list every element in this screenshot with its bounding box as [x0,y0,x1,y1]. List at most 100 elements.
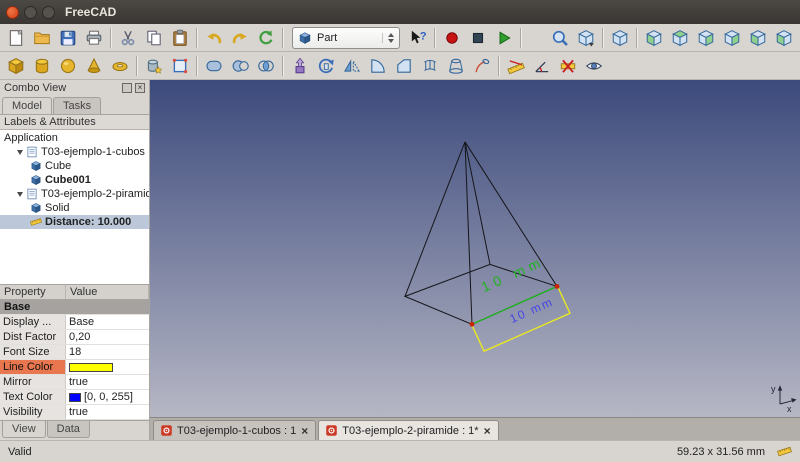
measure-angular-button[interactable] [529,53,555,79]
window-maximize-button[interactable] [42,6,55,19]
property-group-base[interactable]: Base [0,300,149,315]
part-cone-button[interactable] [81,53,107,79]
cut-button[interactable] [115,25,141,51]
tree-item-distance-10-000[interactable]: Distance: 10.000 [0,215,149,229]
view-rear-button[interactable] [719,25,745,51]
macro-execute-button[interactable] [491,25,517,51]
property-row-line-color[interactable]: Line Color [0,360,149,375]
fillet-button[interactable] [365,53,391,79]
property-row-font-size[interactable]: Font Size18 [0,345,149,360]
paste-button[interactable] [167,25,193,51]
mdi-area: 10 mm 10 mm y x T03-ejemplo-1-cubos : 1×… [150,80,800,440]
expander-icon[interactable] [17,192,23,197]
property-row-text-color[interactable]: Text Color[0, 0, 255] [0,390,149,405]
toolbar-row-1: Part ? [0,24,800,52]
window-close-button[interactable] [6,6,19,19]
tree-item-t03-ejemplo-1-cubos[interactable]: T03-ejemplo-1-cubos [0,145,149,159]
mirror-icon [343,57,361,75]
shape-builder-button[interactable] [167,53,193,79]
fit-all-button[interactable] [547,25,573,51]
tab-data[interactable]: Data [47,421,90,438]
viewport-canvas[interactable]: 10 mm 10 mm y x [150,80,800,417]
view-rear-icon [723,29,741,47]
macro-stop-button[interactable] [465,25,491,51]
part-torus-button[interactable] [107,53,133,79]
measure-linear-button[interactable] [503,53,529,79]
view-right-button[interactable] [693,25,719,51]
property-value[interactable] [66,360,149,374]
tree-item-solid[interactable]: Solid [0,201,149,215]
3d-viewport[interactable]: 10 mm 10 mm y x [150,80,800,418]
copy-button[interactable] [141,25,167,51]
property-value[interactable]: 0,20 [66,330,149,344]
view-left-button[interactable] [771,25,797,51]
redo-button[interactable] [227,25,253,51]
expander-icon[interactable] [17,150,23,155]
tab-view[interactable]: View [2,421,46,438]
part-primitives-button[interactable] [141,53,167,79]
mirror-button[interactable] [339,53,365,79]
property-row-display[interactable]: Display ...Base [0,315,149,330]
draw-style-button[interactable] [573,25,599,51]
boolean-cut-button[interactable] [227,53,253,79]
macro-record-button[interactable] [439,25,465,51]
print-button[interactable] [81,25,107,51]
view-front-button[interactable] [641,25,667,51]
boolean-common-button[interactable] [253,53,279,79]
ruled-surface-button[interactable] [417,53,443,79]
document-tab-t03-ejemplo-1-cubos-1[interactable]: T03-ejemplo-1-cubos : 1× [153,420,316,440]
measure-clear-all-button[interactable] [555,53,581,79]
loft-button[interactable] [443,53,469,79]
property-value[interactable]: 18 [66,345,149,359]
tree-item-cube001[interactable]: Cube001 [0,173,149,187]
view-bottom-button[interactable] [745,25,771,51]
panel-float-icon[interactable] [122,83,132,93]
combo-spinner-icon[interactable] [382,33,394,43]
boolean-common-icon [257,57,275,75]
window-minimize-button[interactable] [24,6,37,19]
extrude-button[interactable] [287,53,313,79]
property-row-dist-factor[interactable]: Dist Factor0,20 [0,330,149,345]
view-right-icon [697,29,715,47]
part-cylinder-button[interactable] [29,53,55,79]
new-document-button[interactable] [3,25,29,51]
property-value[interactable]: Base [66,315,149,329]
document-tab-t03-ejemplo-2-piramide-1[interactable]: T03-ejemplo-2-piramide : 1*× [318,420,498,440]
tree-item-cube[interactable]: Cube [0,159,149,173]
panel-close-icon[interactable]: × [135,83,145,93]
property-row-visibility[interactable]: Visibilitytrue [0,405,149,420]
refresh-button[interactable] [253,25,279,51]
property-label: Dist Factor [0,330,66,344]
tab-close-icon[interactable]: × [483,426,492,436]
view-top-button[interactable] [667,25,693,51]
part-box-button[interactable] [3,53,29,79]
chamfer-button[interactable] [391,53,417,79]
property-label: Display ... [0,315,66,329]
status-bar: Valid 59.23 x 31.56 mm [0,440,800,462]
workbench-selector[interactable]: Part [292,27,400,49]
undo-button[interactable] [201,25,227,51]
tab-close-icon[interactable]: × [300,426,309,436]
property-value[interactable]: true [66,405,149,419]
tree-item-label: Solid [45,202,69,214]
part-sphere-icon [59,57,77,75]
save-button[interactable] [55,25,81,51]
property-value[interactable]: [0, 0, 255] [66,390,149,404]
whats-this-button[interactable]: ? [405,25,431,51]
tree-item-t03-ejemplo-2-piramide[interactable]: T03-ejemplo-2-piramide [0,187,149,201]
boolean-union-button[interactable] [201,53,227,79]
sweep-button[interactable] [469,53,495,79]
tree-item-application[interactable]: Application [0,131,149,145]
revolve-button[interactable] [313,53,339,79]
property-row-mirror[interactable]: Mirrortrue [0,375,149,390]
part-sphere-button[interactable] [55,53,81,79]
measure-clear-all-icon [559,57,577,75]
property-value[interactable]: true [66,375,149,389]
view-axonometric-button[interactable] [607,25,633,51]
tab-model[interactable]: Model [2,97,52,114]
tree-item-label: T03-ejemplo-2-piramide [41,188,149,200]
tab-tasks[interactable]: Tasks [53,97,101,114]
open-button[interactable] [29,25,55,51]
measure-toggle-all-button[interactable] [581,53,607,79]
boolean-union-icon [205,57,223,75]
